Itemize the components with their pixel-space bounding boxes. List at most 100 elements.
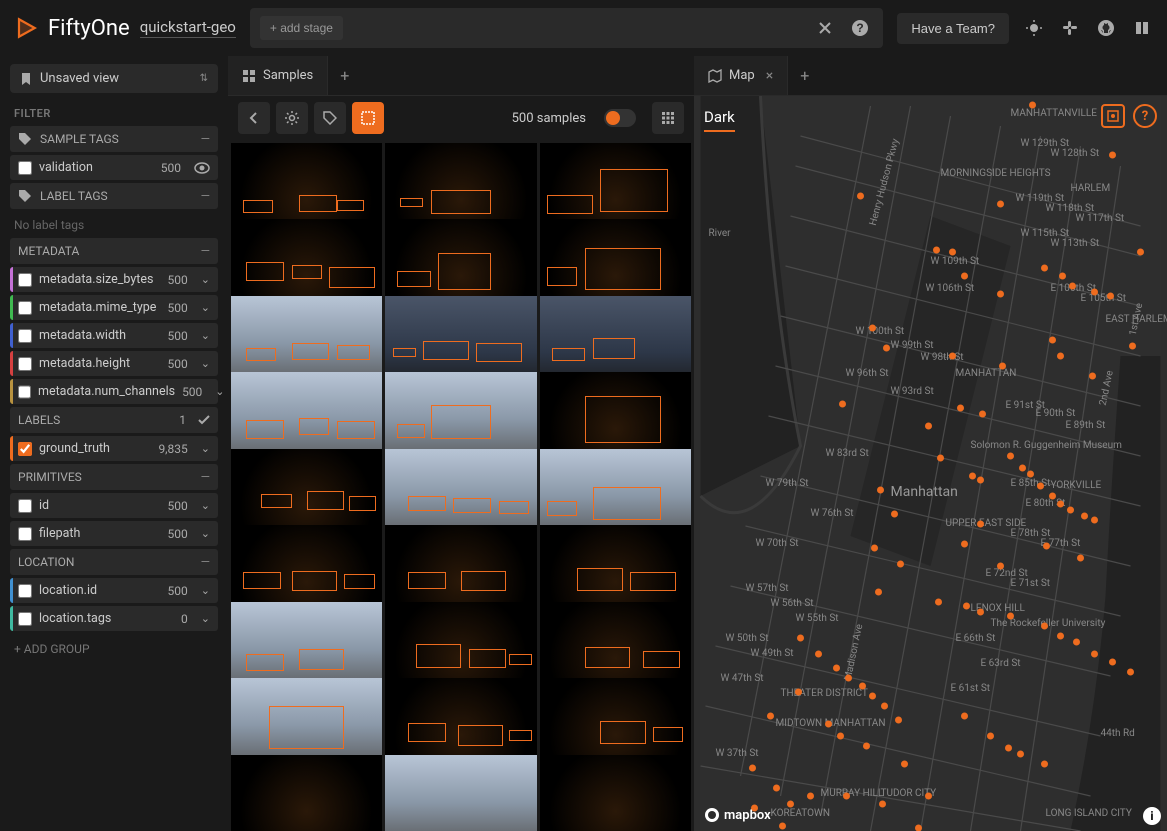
- map-point[interactable]: [1029, 102, 1036, 109]
- map-point[interactable]: [925, 423, 932, 430]
- map-point[interactable]: [961, 273, 968, 280]
- map-point[interactable]: [977, 477, 984, 484]
- map-point[interactable]: [1057, 633, 1064, 640]
- field-ground-truth[interactable]: ground_truth 9,835 ⌄: [10, 436, 218, 461]
- map-point[interactable]: [863, 743, 870, 750]
- sample-thumbnail[interactable]: [385, 755, 536, 831]
- map-style-selector[interactable]: Dark: [704, 104, 735, 132]
- location-group[interactable]: LOCATION —: [10, 549, 218, 575]
- map-help-button[interactable]: ?: [1133, 104, 1157, 128]
- teams-button[interactable]: Have a Team?: [897, 13, 1009, 44]
- map-point[interactable]: [879, 801, 886, 808]
- map-point[interactable]: [1043, 543, 1050, 550]
- map-point[interactable]: [1107, 293, 1114, 300]
- add-stage-button[interactable]: + add stage: [260, 16, 343, 40]
- map-point[interactable]: [857, 193, 864, 200]
- field-checkbox[interactable]: [18, 442, 32, 456]
- field-checkbox[interactable]: [18, 273, 32, 287]
- map-point[interactable]: [1109, 659, 1116, 666]
- map-point[interactable]: [881, 703, 888, 710]
- map-point[interactable]: [871, 545, 878, 552]
- map-point[interactable]: [1005, 745, 1012, 752]
- map-point[interactable]: [1057, 501, 1064, 508]
- add-panel-button[interactable]: +: [328, 66, 361, 85]
- map-point[interactable]: [957, 405, 964, 412]
- map-point[interactable]: [977, 609, 984, 616]
- map-info-button[interactable]: i: [1143, 807, 1161, 825]
- grid-layout-button[interactable]: [652, 102, 684, 134]
- github-link[interactable]: [1093, 15, 1119, 41]
- map-point[interactable]: [1007, 613, 1014, 620]
- map-point[interactable]: [961, 713, 968, 720]
- map-point[interactable]: [1037, 483, 1044, 490]
- field-filepath[interactable]: filepath 500 ⌄: [10, 521, 218, 546]
- field-metadata-height[interactable]: metadata.height 500 ⌄: [10, 351, 218, 376]
- map-point[interactable]: [1109, 152, 1116, 159]
- settings-button[interactable]: [276, 102, 308, 134]
- map-point[interactable]: [1091, 651, 1098, 658]
- close-tab-button[interactable]: ×: [766, 68, 773, 84]
- map-point[interactable]: [1049, 337, 1056, 344]
- map-point[interactable]: [1007, 453, 1014, 460]
- map-point[interactable]: [997, 563, 1004, 570]
- map-point[interactable]: [1017, 751, 1024, 758]
- map-point[interactable]: [1019, 465, 1026, 472]
- tag-button[interactable]: [314, 102, 346, 134]
- map-point[interactable]: [969, 473, 976, 480]
- slack-link[interactable]: [1057, 15, 1083, 41]
- field-checkbox[interactable]: [18, 385, 31, 399]
- map-point[interactable]: [1137, 249, 1144, 256]
- map-point[interactable]: [843, 793, 850, 800]
- field-metadata-num_channels[interactable]: metadata.num_channels 500 ⌄: [10, 379, 218, 404]
- map-point[interactable]: [895, 717, 902, 724]
- map-point[interactable]: [1067, 507, 1074, 514]
- labels-group[interactable]: LABELS 1: [10, 407, 218, 433]
- back-button[interactable]: [238, 102, 270, 134]
- field-checkbox[interactable]: [18, 612, 32, 626]
- map-point[interactable]: [839, 401, 846, 408]
- map-canvas[interactable]: Dark ?: [694, 96, 1167, 831]
- map-point[interactable]: [1129, 343, 1136, 350]
- map-point[interactable]: [987, 733, 994, 740]
- map-point[interactable]: [815, 651, 822, 658]
- map-point[interactable]: [1041, 623, 1048, 630]
- map-point[interactable]: [1089, 373, 1096, 380]
- field-metadata-mime_type[interactable]: metadata.mime_type 500 ⌄: [10, 295, 218, 320]
- field-id[interactable]: id 500 ⌄: [10, 493, 218, 518]
- map-point[interactable]: [877, 487, 884, 494]
- map-point[interactable]: [1127, 669, 1134, 676]
- map-point[interactable]: [1081, 513, 1088, 520]
- map-point[interactable]: [1091, 517, 1098, 524]
- map-point[interactable]: [773, 785, 780, 792]
- help-button[interactable]: ?: [847, 15, 873, 41]
- sample-thumbnail[interactable]: [540, 755, 691, 831]
- field-location-id[interactable]: location.id 500 ⌄: [10, 578, 218, 603]
- map-point[interactable]: [961, 541, 968, 548]
- map-draw-button[interactable]: [1101, 104, 1125, 128]
- map-point[interactable]: [1041, 265, 1048, 272]
- color-toggle[interactable]: [604, 109, 636, 127]
- map-point[interactable]: [963, 603, 970, 610]
- map-point[interactable]: [933, 247, 940, 254]
- map-point[interactable]: [807, 793, 814, 800]
- map-point[interactable]: [869, 693, 876, 700]
- field-checkbox[interactable]: [18, 161, 32, 175]
- clear-view-button[interactable]: [813, 16, 837, 40]
- theme-toggle[interactable]: [1021, 15, 1047, 41]
- map-point[interactable]: [979, 411, 986, 418]
- field-checkbox[interactable]: [18, 329, 32, 343]
- map-point[interactable]: [859, 683, 866, 690]
- map-point[interactable]: [901, 761, 908, 768]
- map-point[interactable]: [797, 635, 804, 642]
- map-point[interactable]: [825, 721, 832, 728]
- field-checkbox[interactable]: [18, 499, 32, 513]
- field-checkbox[interactable]: [18, 527, 32, 541]
- patches-button[interactable]: [352, 102, 384, 134]
- primitives-group[interactable]: PRIMITIVES —: [10, 464, 218, 490]
- map-point[interactable]: [767, 713, 774, 720]
- map-point[interactable]: [845, 675, 852, 682]
- map-point[interactable]: [977, 521, 984, 528]
- map-point[interactable]: [875, 589, 882, 596]
- sample-tags-group[interactable]: SAMPLE TAGS —: [10, 126, 218, 152]
- tab-map[interactable]: Map ×: [694, 56, 788, 95]
